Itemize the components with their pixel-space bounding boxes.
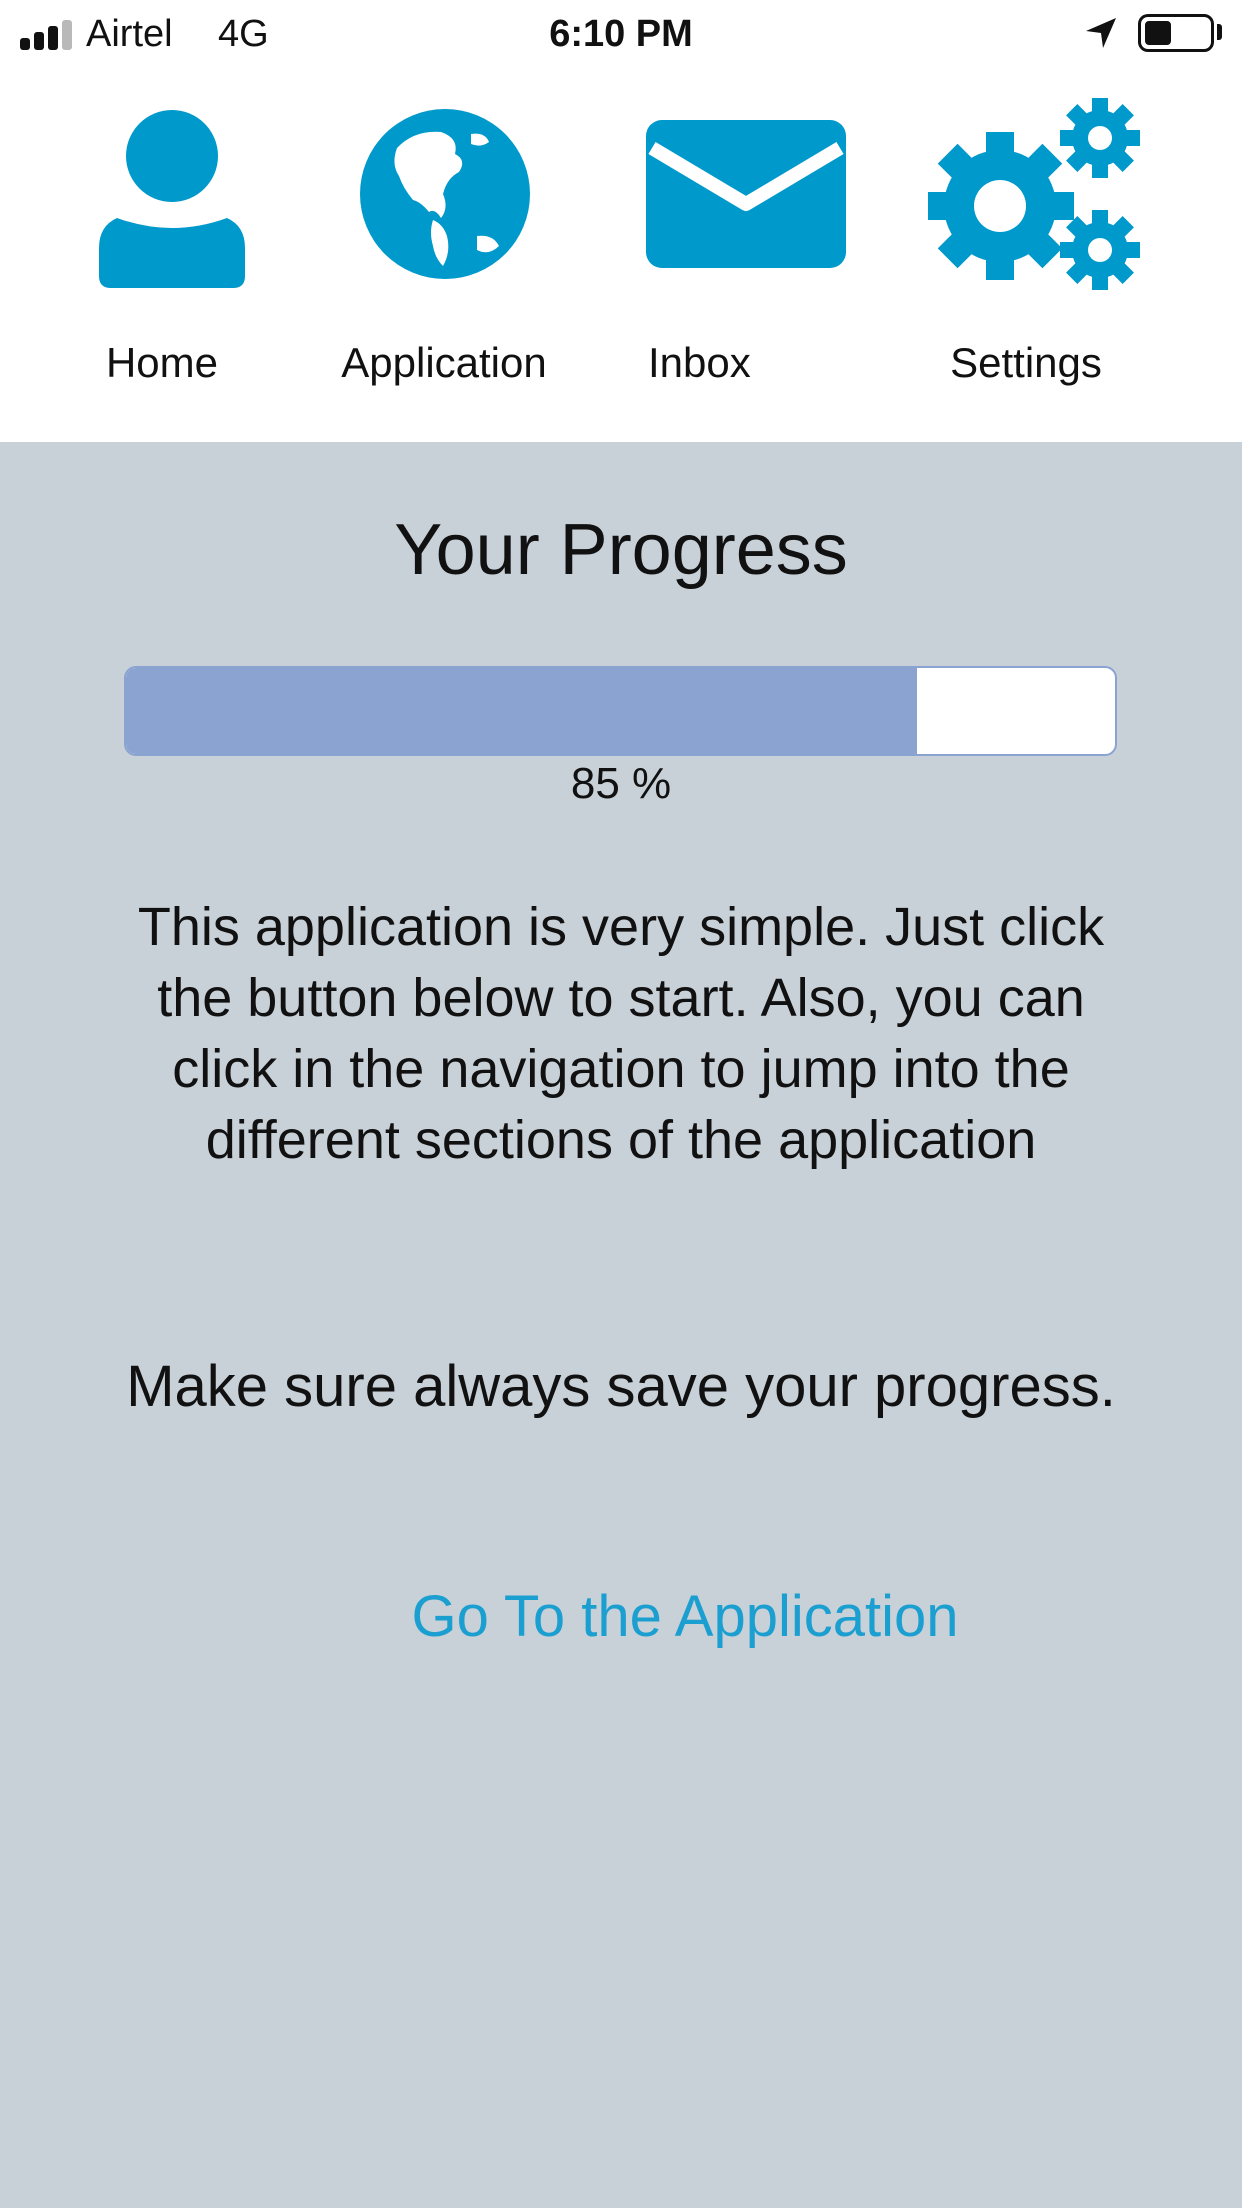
location-arrow-icon: [1086, 18, 1116, 48]
description-text: This application is very simple. Just cl…: [137, 897, 1105, 1170]
status-bar: Airtel 4G 6:10 PM: [0, 0, 1242, 68]
top-navigation: Home Application Inbox Settings: [0, 68, 1242, 442]
nav-application-label: Application: [341, 339, 547, 386]
progress-fill: [126, 668, 918, 754]
page-title: Your Progress: [394, 510, 848, 590]
save-reminder: Make sure always save your progress.: [126, 1354, 1116, 1419]
nav-settings-label: Settings: [950, 339, 1102, 386]
nav-home[interactable]: Home: [22, 108, 302, 386]
main-content: Your Progress 85 % This application is v…: [0, 442, 1242, 2208]
progress-percentage: 85 %: [570, 759, 672, 808]
nav-inbox[interactable]: Inbox: [590, 108, 870, 386]
nav-home-label: Home: [105, 339, 219, 386]
battery-nub: [1217, 24, 1222, 40]
battery-icon: [1138, 14, 1214, 52]
person-icon: [99, 110, 245, 288]
battery-level: [1145, 21, 1171, 45]
progress-bar: [124, 666, 1117, 756]
status-time: 6:10 PM: [549, 13, 693, 55]
globe-icon: [360, 109, 530, 279]
envelope-icon: [646, 120, 846, 268]
nav-settings[interactable]: Settings: [878, 98, 1158, 386]
gears-icon: [928, 98, 1140, 290]
go-to-application-button[interactable]: Go To the Application: [380, 1582, 990, 1652]
nav-application[interactable]: Application: [304, 108, 584, 386]
